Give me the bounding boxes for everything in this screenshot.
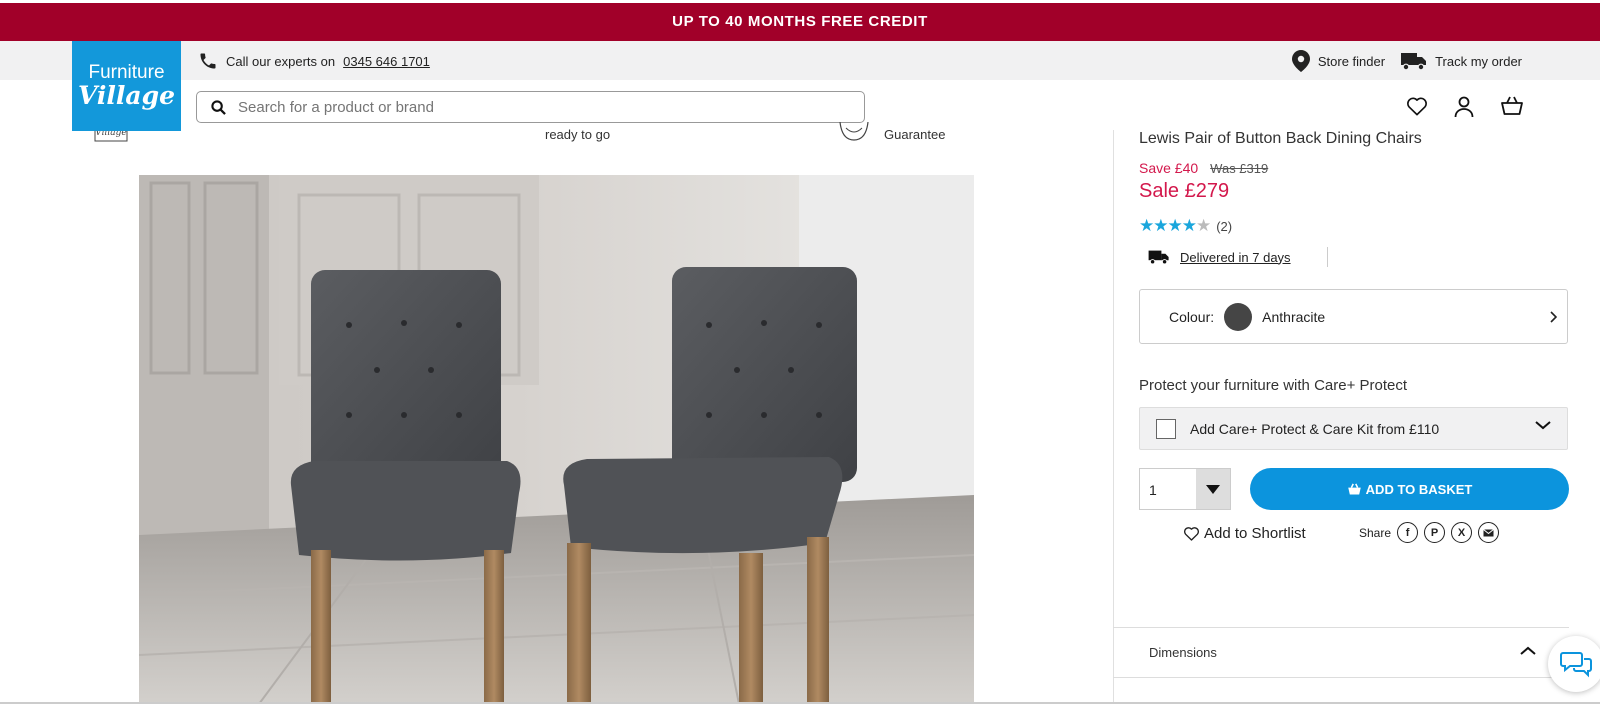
basket-icon[interactable] [1500,96,1524,116]
sale-price: Sale £279 [1139,180,1230,202]
delivery-truck-icon [1401,53,1427,71]
chevron-right-icon [1550,310,1557,323]
phone-link[interactable]: 0345 646 1701 [343,54,430,69]
basket-icon [1347,483,1361,494]
colour-label: Colour: [1169,308,1215,325]
guarantee-icon [839,122,869,141]
delivery-info: Delivered in 7 days [1148,247,1328,267]
product-rating[interactable]: ★★★★★ (2) [1139,216,1232,236]
email-icon[interactable] [1478,522,1500,543]
call-label: Call our experts on [226,53,336,69]
logo-line1: Furniture [88,62,165,83]
rating-stars: ★★★★★ [1139,216,1211,236]
track-order-link[interactable]: Track my order [1401,51,1522,71]
search-icon[interactable] [211,99,226,115]
care-protect-option[interactable]: Add Care+ Protect & Care Kit from £110 [1139,407,1568,450]
logo-line2: Village [77,81,176,110]
review-count[interactable]: (2) [1216,219,1232,234]
star-icon: ★★★★ [1139,216,1197,235]
delivery-separator [1326,247,1328,267]
track-order-label: Track my order [1435,53,1522,69]
location-pin-icon [1291,50,1310,72]
usp-ready-text: ready to go [545,127,611,142]
save-amount: Save £40 [1139,160,1199,176]
product-image[interactable] [139,175,974,704]
share-label: Share [1359,525,1392,540]
caret-down-icon [1206,484,1220,494]
furniture-village-logo[interactable]: Furniture Village [72,41,181,131]
colour-selector[interactable]: Colour: Anthracite [1139,289,1568,344]
utility-links: Store finder Track my order [1291,50,1522,72]
add-to-shortlist-button[interactable]: Add to Shortlist [1183,525,1306,542]
usp-guarantee-text: Guarantee [884,127,946,142]
quantity-select[interactable]: 1 [1139,468,1231,510]
chevron-down-icon[interactable] [1535,420,1551,430]
protect-heading: Protect your furniture with Care+ Protec… [1139,377,1408,394]
share-bar: Share f P X [1359,522,1500,543]
colour-swatch [1224,302,1253,331]
store-finder-label: Store finder [1317,53,1386,69]
dimensions-bottom-divider [1113,677,1569,678]
column-divider [1113,130,1114,704]
was-price: Was £319 [1210,161,1269,176]
add-to-basket-label: ADD TO BASKET [1365,481,1473,497]
delivery-link[interactable]: Delivered in 7 days [1180,250,1291,265]
store-finder-link[interactable]: Store finder [1291,50,1386,72]
account-icon[interactable] [1454,96,1474,118]
product-title: Lewis Pair of Button Back Dining Chairs [1139,130,1422,147]
quantity-dropdown-toggle[interactable] [1196,469,1230,509]
quantity-value[interactable]: 1 [1140,469,1196,509]
heart-icon[interactable] [1406,96,1428,116]
add-to-basket-button[interactable]: ADD TO BASKET [1250,468,1569,510]
dimensions-top-divider [1113,627,1569,628]
pinterest-icon[interactable]: P [1424,522,1446,543]
header-icons [1406,96,1524,118]
delivery-truck-icon [1148,250,1169,265]
dimensions-accordion[interactable]: Dimensions [1149,645,1217,660]
chevron-up-icon[interactable] [1520,646,1536,656]
care-checkbox[interactable] [1156,418,1176,439]
care-option-label: Add Care+ Protect & Care Kit from £110 [1190,420,1440,437]
chat-button[interactable] [1548,636,1600,692]
chat-bubbles-icon [1560,652,1592,678]
colour-value: Anthracite [1262,308,1326,325]
price-savings: Save £40 Was £319 [1139,160,1268,176]
phone-icon [200,53,216,69]
star-empty-icon: ★ [1195,216,1211,235]
call-experts: Call our experts on 0345 646 1701 [198,51,430,71]
heart-icon [1183,527,1200,541]
search-input[interactable] [238,98,798,116]
x-icon[interactable]: X [1451,522,1473,543]
shortlist-label: Add to Shortlist [1204,525,1306,542]
promo-banner[interactable]: UP TO 40 MONTHS FREE CREDIT [0,3,1600,41]
facebook-icon[interactable]: f [1397,522,1419,543]
